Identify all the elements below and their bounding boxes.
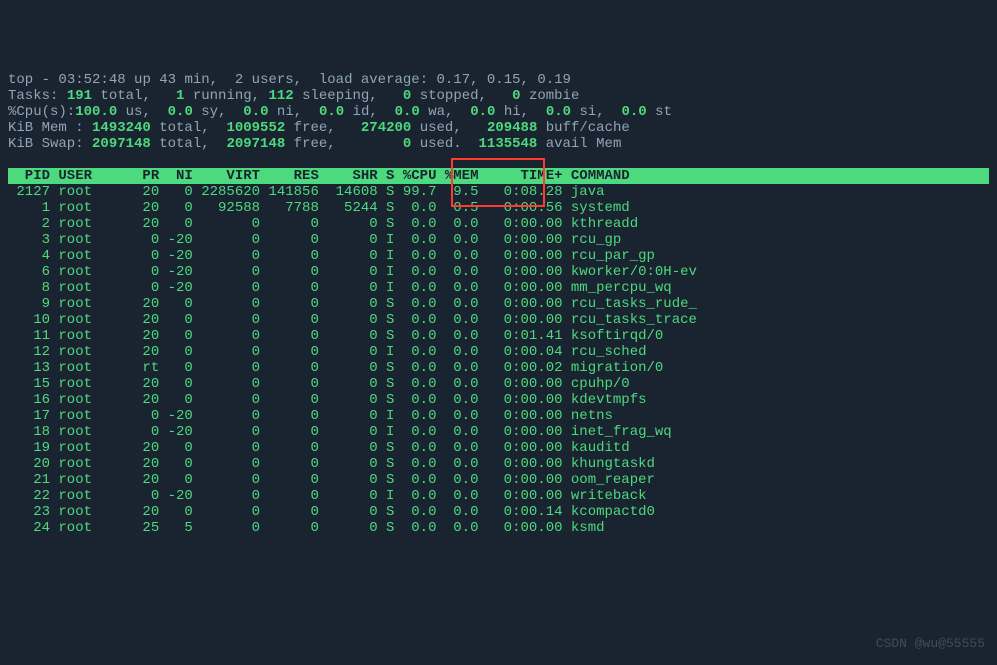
process-row[interactable]: 20 root 20 0 0 0 0 S 0.0 0.0 0:00.00 khu…	[8, 456, 655, 472]
process-row[interactable]: 17 root 0 -20 0 0 0 I 0.0 0.0 0:00.00 ne…	[8, 408, 613, 424]
process-row[interactable]: 24 root 25 5 0 0 0 S 0.0 0.0 0:00.00 ksm…	[8, 520, 605, 536]
process-row[interactable]: 23 root 20 0 0 0 0 S 0.0 0.0 0:00.14 kco…	[8, 504, 655, 520]
process-row[interactable]: 9 root 20 0 0 0 0 S 0.0 0.0 0:00.00 rcu_…	[8, 296, 697, 312]
process-row[interactable]: 19 root 20 0 0 0 0 S 0.0 0.0 0:00.00 kau…	[8, 440, 630, 456]
watermark: CSDN @wu@55555	[876, 636, 985, 651]
process-list[interactable]: 2127 root 20 0 2285620 141856 14608 S 99…	[8, 184, 989, 536]
process-row[interactable]: 8 root 0 -20 0 0 0 I 0.0 0.0 0:00.00 mm_…	[8, 280, 672, 296]
mem-line: KiB Mem : 1493240 total, 1009552 free, 2…	[8, 120, 630, 136]
top-output[interactable]: top - 03:52:48 up 43 min, 2 users, load …	[8, 72, 989, 536]
process-row[interactable]: 6 root 0 -20 0 0 0 I 0.0 0.0 0:00.00 kwo…	[8, 264, 697, 280]
process-row[interactable]: 12 root 20 0 0 0 0 I 0.0 0.0 0:00.04 rcu…	[8, 344, 647, 360]
process-row[interactable]: 22 root 0 -20 0 0 0 I 0.0 0.0 0:00.00 wr…	[8, 488, 647, 504]
process-row[interactable]: 16 root 20 0 0 0 0 S 0.0 0.0 0:00.00 kde…	[8, 392, 647, 408]
process-row[interactable]: 21 root 20 0 0 0 0 S 0.0 0.0 0:00.00 oom…	[8, 472, 655, 488]
process-row[interactable]: 3 root 0 -20 0 0 0 I 0.0 0.0 0:00.00 rcu…	[8, 232, 621, 248]
summary-line1: top - 03:52:48 up 43 min, 2 users, load …	[8, 72, 571, 88]
column-header[interactable]: PID USER PR NI VIRT RES SHR S %CPU %MEM …	[8, 168, 989, 184]
process-row[interactable]: 4 root 0 -20 0 0 0 I 0.0 0.0 0:00.00 rcu…	[8, 248, 655, 264]
process-row[interactable]: 2127 root 20 0 2285620 141856 14608 S 99…	[8, 184, 605, 200]
process-row[interactable]: 11 root 20 0 0 0 0 S 0.0 0.0 0:01.41 kso…	[8, 328, 663, 344]
cpu-line: %Cpu(s):100.0 us, 0.0 sy, 0.0 ni, 0.0 id…	[8, 104, 672, 120]
process-row[interactable]: 10 root 20 0 0 0 0 S 0.0 0.0 0:00.00 rcu…	[8, 312, 697, 328]
process-row[interactable]: 2 root 20 0 0 0 0 S 0.0 0.0 0:00.00 kthr…	[8, 216, 638, 232]
process-row[interactable]: 18 root 0 -20 0 0 0 I 0.0 0.0 0:00.00 in…	[8, 424, 672, 440]
tasks-line: Tasks: 191 total, 1 running, 112 sleepin…	[8, 88, 579, 104]
process-row[interactable]: 1 root 20 0 92588 7788 5244 S 0.0 0.5 0:…	[8, 200, 630, 216]
process-row[interactable]: 13 root rt 0 0 0 0 S 0.0 0.0 0:00.02 mig…	[8, 360, 663, 376]
swap-line: KiB Swap: 2097148 total, 2097148 free, 0…	[8, 136, 621, 152]
process-row[interactable]: 15 root 20 0 0 0 0 S 0.0 0.0 0:00.00 cpu…	[8, 376, 630, 392]
